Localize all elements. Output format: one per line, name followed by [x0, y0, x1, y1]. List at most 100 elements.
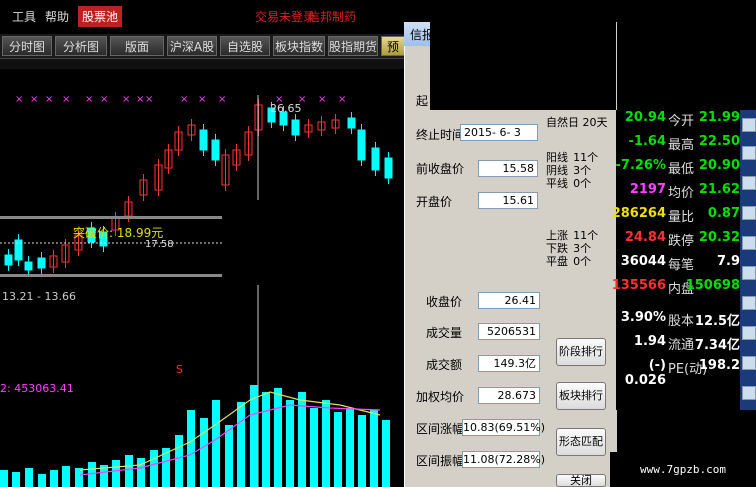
x-marker: × [180, 94, 188, 105]
quote-value: 20.94 [624, 110, 666, 125]
toolbar-icon-1 [742, 118, 756, 132]
volume-bar [286, 400, 294, 487]
volume-bar [137, 458, 145, 487]
tab-sector-index[interactable]: 板块指数 [273, 36, 325, 56]
quote-row: -1.64 最高 22.50 [616, 134, 740, 158]
tab-watchlist[interactable]: 自选股 [220, 36, 270, 56]
volume-bar [250, 385, 258, 487]
volume-bar [212, 400, 220, 487]
volume-bar [358, 415, 366, 487]
volume-label: 成交量 [426, 326, 463, 340]
quote-value: 286264 [611, 206, 666, 221]
x-marker: × [198, 94, 206, 105]
x-marker: × [318, 94, 326, 105]
menu-stock-pool[interactable]: 股票池 [78, 6, 123, 27]
quote-value-2: 21.99 [698, 110, 740, 125]
close-label: 收盘价 [426, 295, 463, 309]
range-rise-label: 区间涨幅 [416, 422, 465, 436]
quote-value-2: 20.32 [698, 230, 740, 245]
toolbar-icon-9 [742, 356, 756, 370]
volume-bar [187, 410, 195, 487]
tab-preselect[interactable]: 预选 [381, 36, 405, 74]
quote-panel: 20.94 今开 21.99 -1.64 最高 22.50 -7.26% 最低 20.90 219… [612, 110, 741, 410]
volume-bar [12, 472, 20, 487]
quote-label: 量比 [668, 210, 695, 225]
toolbar-icon-4 [742, 206, 756, 220]
quote-row: -7.26% 最低 20.90 [616, 158, 741, 182]
open-label: 开盘价 [416, 195, 453, 209]
quote-value: 1.94 [633, 334, 666, 349]
quote-row: 2197 均价 21.62 [616, 182, 740, 206]
tab-a-shares[interactable]: 沪深A股 [167, 36, 217, 56]
menu-help[interactable]: 帮助 [45, 8, 69, 25]
volume-bar [322, 400, 330, 487]
high-label: 26.65 [270, 102, 302, 115]
quote-value: 3.90% [620, 310, 666, 325]
x-marker: × [218, 94, 226, 105]
range-amp-field[interactable]: 11.08(72.28%) [462, 451, 545, 468]
wavg-field[interactable]: 28.673 [478, 387, 540, 404]
quote-label: 跌停 [668, 234, 695, 249]
quote-label: 流通 [668, 338, 695, 353]
volume-bar [0, 470, 8, 487]
toolbar-icon-7 [742, 296, 756, 310]
volume-bar [25, 468, 33, 487]
toolbar-icon-6 [742, 266, 756, 280]
quote-value-2: 7.9 [716, 254, 740, 269]
quote-label: 股本 [668, 314, 695, 329]
range-label: 13.21 - 13.66 [2, 290, 76, 303]
volume-field[interactable]: 5206531 [478, 323, 540, 340]
quote-value: -1.64 [628, 134, 666, 149]
change-counts: 上涨 11个 下跌 3个 平盘 0个 [546, 229, 599, 268]
menu-bar: 工具 帮助 股票池 交易未登录 信邦制药 [0, 0, 428, 32]
close-button[interactable]: 关闭 [556, 474, 606, 487]
natural-days: 自然日 20天 [546, 116, 608, 129]
amount-field[interactable]: 149.3亿 [478, 355, 540, 372]
quote-label: 今开 [668, 114, 695, 129]
right-toolbar [740, 110, 756, 410]
volume-bar [382, 420, 390, 487]
end-label: 终止时间 [416, 128, 465, 142]
quote-row: 135566 内盘 150698 [612, 278, 740, 302]
quote-label: 均价 [668, 186, 695, 201]
quote-value: (-) 0.026 [624, 358, 666, 388]
volume-bar [237, 402, 245, 487]
quote-row: 20.94 今开 21.99 [616, 110, 740, 134]
quote-value-2: 0.87 [707, 206, 740, 221]
volume-bar [38, 474, 46, 487]
quote-row: (-) 0.026 PE(动) 198.2 [616, 358, 740, 388]
panel-divider-1 [0, 216, 222, 219]
stage-rank-button[interactable]: 阶段排行 [556, 338, 606, 366]
prev-close-field[interactable]: 15.58 [478, 160, 538, 177]
panel-divider-2 [0, 274, 222, 277]
volume-bar [112, 460, 120, 487]
quote-value-2: 7.34亿 [694, 338, 740, 353]
quote-label: 最低 [668, 162, 695, 177]
pattern-match-button[interactable]: 形态匹配 [556, 428, 606, 456]
tab-layout[interactable]: 版面 [110, 36, 164, 56]
quote-row: 36044 每笔 7.9 [616, 254, 740, 278]
open-field[interactable]: 15.61 [478, 192, 538, 209]
sector-rank-button[interactable]: 板块排行 [556, 382, 606, 410]
volume-bar [370, 410, 378, 487]
quote-value-2: 22.50 [698, 134, 740, 149]
tab-minute-chart[interactable]: 分时图 [2, 36, 52, 56]
stock-name: 信邦制药 [308, 10, 357, 24]
x-marker: × [30, 94, 38, 105]
menu-tools[interactable]: 工具 [12, 8, 36, 25]
quote-value: 36044 [620, 254, 666, 269]
close-field[interactable]: 26.41 [478, 292, 540, 309]
breakout-label: 突破价: 18.99元 [73, 225, 163, 240]
quote-row: 1.94 流通 7.34亿 [616, 334, 740, 358]
tab-analysis-chart[interactable]: 分析图 [55, 36, 107, 56]
x-marker: × [62, 94, 70, 105]
volume-bar [125, 455, 133, 487]
tab-index-futures[interactable]: 股指期货 [328, 36, 378, 56]
x-marker: × [338, 94, 346, 105]
candle-counts: 阳线 11个 阴线 3个 平线 0个 [546, 151, 599, 190]
end-date-field[interactable]: 2015- 6- 3 [460, 124, 538, 141]
range-rise-field[interactable]: 10.83(69.51%) [462, 419, 545, 436]
quote-row: 3.90% 股本 12.5亿 [616, 310, 740, 334]
x-marker: × [45, 94, 53, 105]
volume-bars [0, 385, 390, 487]
